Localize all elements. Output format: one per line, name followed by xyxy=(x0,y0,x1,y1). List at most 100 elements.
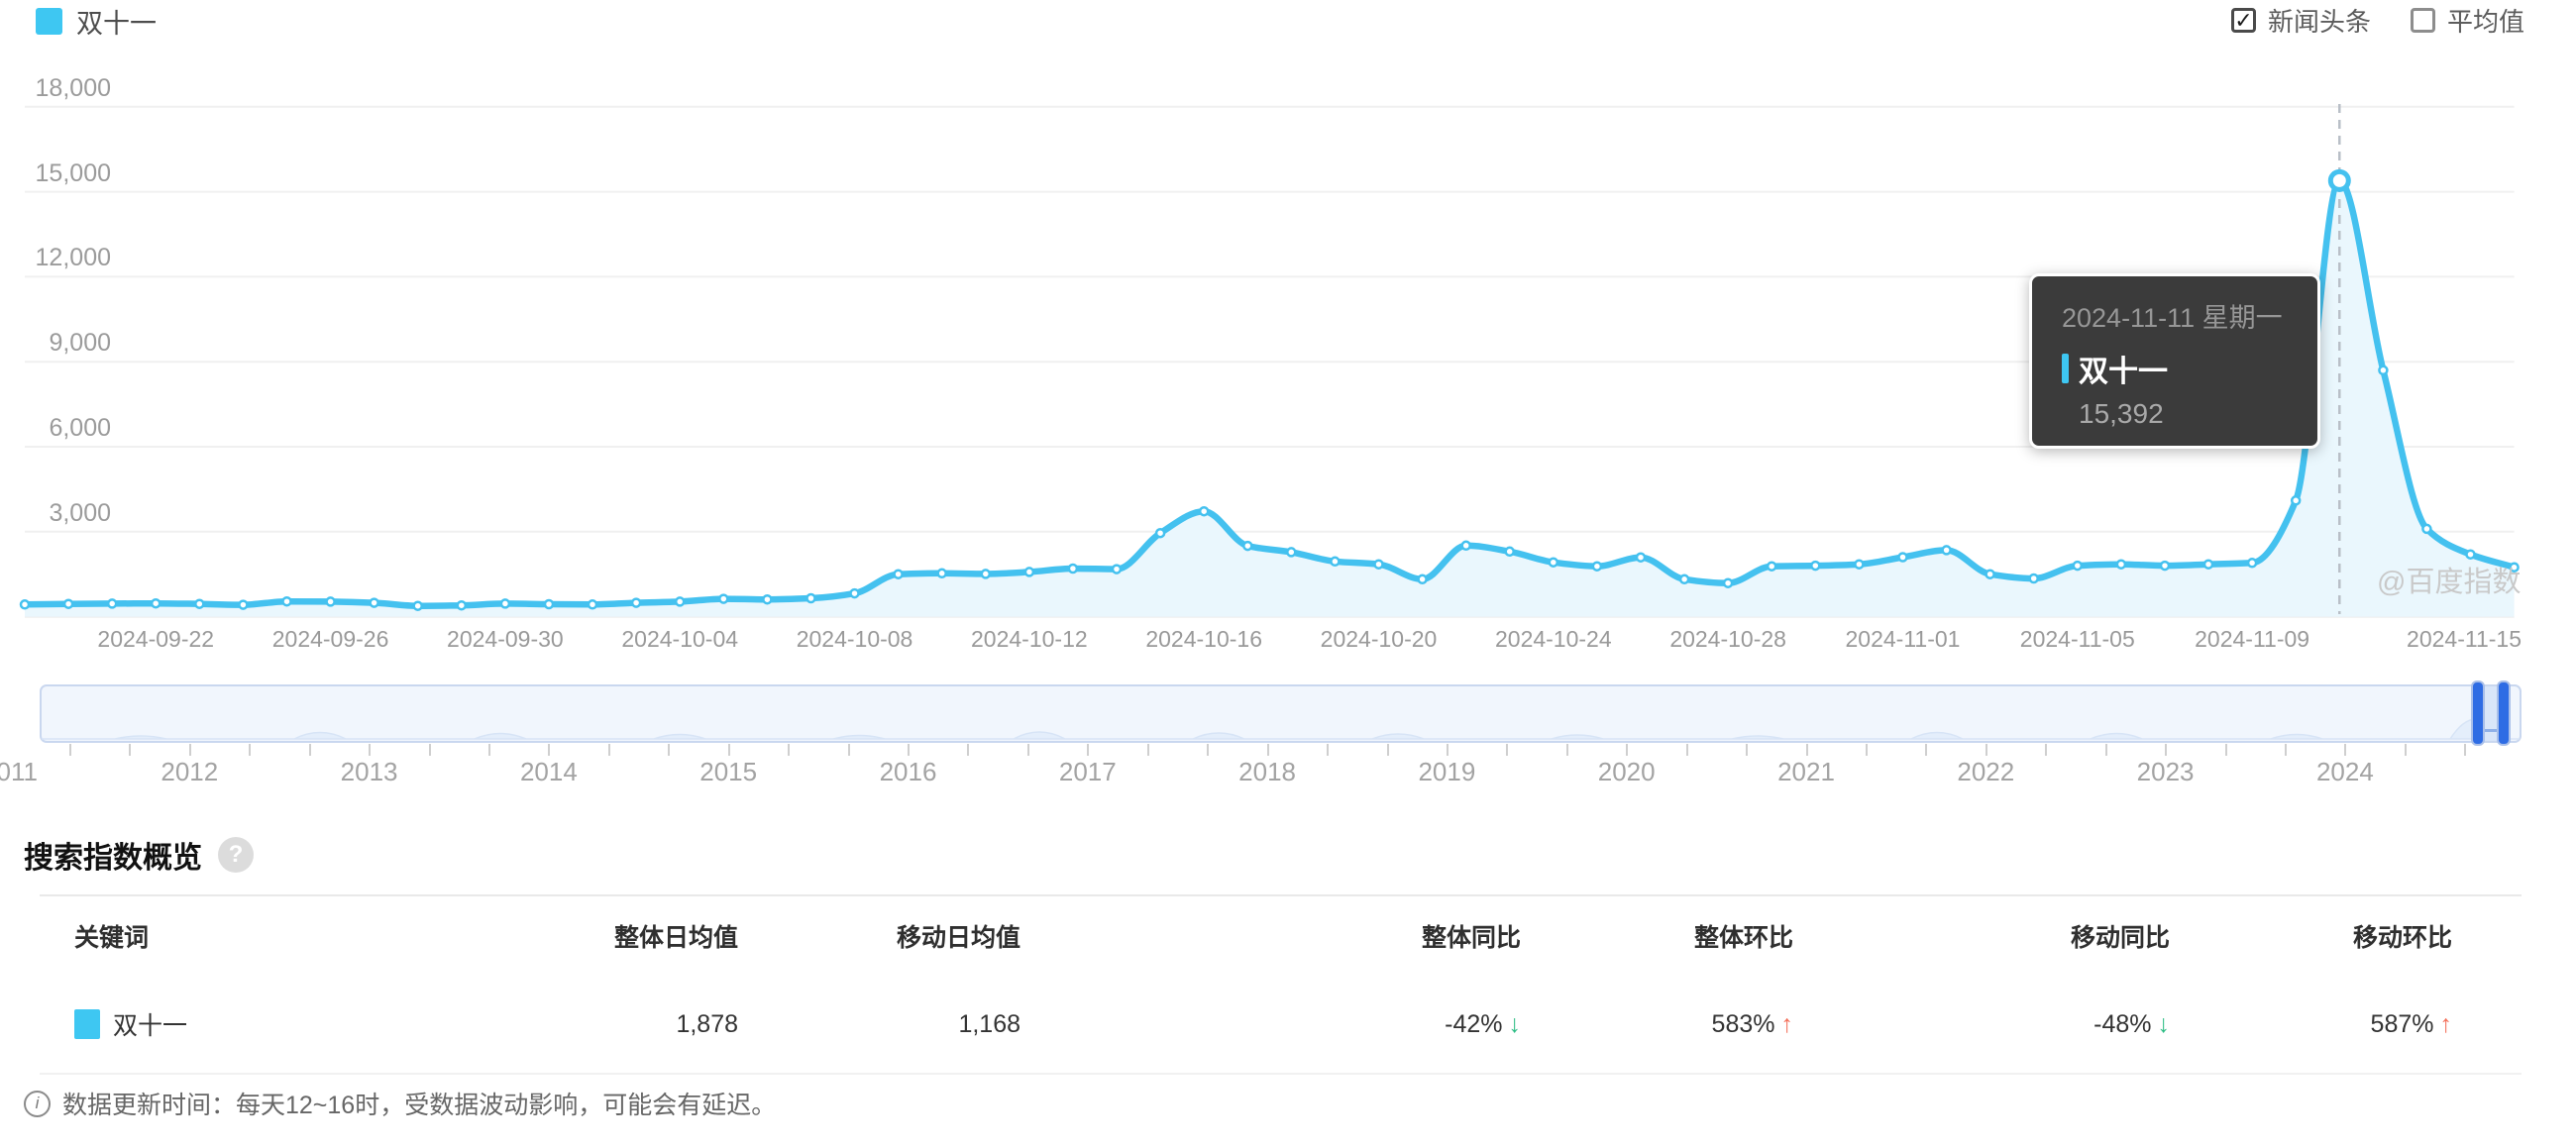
timeline-year-label: 2017 xyxy=(1058,757,1117,786)
x-axis-tick-label: 2024-11-05 xyxy=(2019,626,2135,652)
timeline-tick xyxy=(1506,744,1509,756)
y-axis-tick-label: 6,000 xyxy=(49,414,111,442)
tooltip-value: 15,392 xyxy=(2079,398,2164,429)
trend-value: -42% xyxy=(1445,1009,1503,1038)
timeline-tick xyxy=(2284,744,2287,756)
keyword-cell[interactable]: 双十一 xyxy=(74,1006,594,1042)
timeline-year-label: 2021 xyxy=(1777,757,1835,786)
tooltip-series-name: 双十一 xyxy=(2079,356,2168,388)
timeline-tick xyxy=(1626,744,1629,756)
info-icon: i xyxy=(24,1090,51,1117)
baidu-index-page: 双十一 ✓ 新闻头条 平均值 3,000 6,000 9,000 12,000 15,0… xyxy=(0,0,2576,1148)
trend-value: 587% xyxy=(2370,1009,2434,1038)
col-header-overall-yoy: 整体同比 xyxy=(1421,924,1521,952)
timeline-tick xyxy=(1026,744,1029,756)
timeline-tick xyxy=(129,744,132,756)
timeline-tick xyxy=(1087,744,1090,756)
cell-mobile-yoy: -48% ↓ xyxy=(1793,1010,2170,1039)
timeline-tick xyxy=(2165,744,2168,756)
timeline-year-label: 2016 xyxy=(879,757,937,786)
y-axis-tick-label: 9,000 xyxy=(49,329,111,358)
x-axis-tick-label: 2024-10-16 xyxy=(1145,626,1262,652)
timeline-year-label: 2020 xyxy=(1597,757,1656,786)
hover-tooltip: 2024-11-11 星期一 双十一 15,392 xyxy=(2029,273,2320,449)
timeline-year-label: 2019 xyxy=(1418,757,1476,786)
search-index-table: 关键词 整体日均值 移动日均值 整体同比 整体环比 移动同比 移动环比 双十一 … xyxy=(40,894,2522,1075)
timeline-year-label: 2015 xyxy=(699,757,758,786)
tooltip-date: 2024-11-11 星期一 xyxy=(2062,303,2283,333)
trend-down-icon: ↓ xyxy=(2157,1009,2171,1038)
col-header-overall-mom: 整体环比 xyxy=(1693,924,1793,952)
timeline-tick xyxy=(1327,744,1329,756)
col-header-mobile-avg: 移动日均值 xyxy=(896,924,1020,952)
timeline-tick xyxy=(788,744,791,756)
timeline-tick xyxy=(1266,744,1269,756)
timeline-tick xyxy=(1865,744,1868,756)
data-update-note: i 数据更新时间：每天12~16时，受数据波动影响，可能会有延迟。 xyxy=(24,1086,776,1121)
col-header-keyword: 关键词 xyxy=(74,924,150,952)
timeline-tick xyxy=(908,744,910,756)
trend-up-icon: ↑ xyxy=(1780,1009,1794,1038)
x-axis-tick-label: 2024-10-24 xyxy=(1494,626,1612,652)
x-axis-tick-label: 2024-11-09 xyxy=(2195,626,2310,652)
timeline-mini-chart xyxy=(42,718,2520,740)
timeline-tick xyxy=(2344,744,2347,756)
x-axis-tick-label: 2024-10-08 xyxy=(796,626,913,652)
help-icon[interactable]: ? xyxy=(218,837,254,873)
timeline-tick xyxy=(1685,744,1688,756)
timeline-tick xyxy=(967,744,970,756)
x-axis-tick-label: 2024-09-26 xyxy=(271,626,389,652)
cell-overall-mom: 583% ↑ xyxy=(1521,1010,1793,1039)
y-axis-tick-label: 12,000 xyxy=(35,244,111,272)
y-axis-tick-label: 15,000 xyxy=(35,158,111,187)
timeline-year-label: 2011 xyxy=(0,757,38,786)
col-header-mobile-yoy: 移动同比 xyxy=(2070,924,2170,952)
x-axis-tick-label: 2024-09-30 xyxy=(447,626,564,652)
col-header-overall-avg: 整体日均值 xyxy=(613,924,738,952)
timeline-tick xyxy=(1925,744,1928,756)
timeline-tick xyxy=(847,744,850,756)
timeline-year-label: 2024 xyxy=(2315,757,2374,786)
x-axis-tick-label: 2024-11-15 xyxy=(2407,626,2522,652)
timeline-year-label: 2013 xyxy=(340,757,398,786)
timeline-year-label: 2014 xyxy=(519,757,578,786)
timeline-tick xyxy=(369,744,372,756)
x-axis-tick-label: 2024-10-04 xyxy=(621,626,739,652)
timeline-tick xyxy=(1565,744,1568,756)
timeline-year-label: 2022 xyxy=(1957,757,2015,786)
timeline-tick xyxy=(1207,744,1210,756)
trend-value: -48% xyxy=(2093,1009,2152,1038)
keyword-label: 双十一 xyxy=(113,1012,188,1040)
timeline-tick xyxy=(2104,744,2107,756)
slider-left-handle[interactable] xyxy=(2471,680,2485,746)
trend-value: 583% xyxy=(1711,1009,1775,1038)
timeline-tick xyxy=(2404,744,2407,756)
timeline-tick xyxy=(1146,744,1149,756)
timeline-tick xyxy=(428,744,431,756)
overview-section-header: 搜索指数概览 ? xyxy=(24,833,254,877)
timeline-tick xyxy=(607,744,610,756)
trend-up-icon: ↑ xyxy=(2439,1009,2453,1038)
timeline-tick xyxy=(308,744,311,756)
note-text: 数据更新时间：每天12~16时，受数据波动影响，可能会有延迟。 xyxy=(62,1092,777,1119)
timeline-tick xyxy=(188,744,191,756)
timeline-tick xyxy=(1386,744,1389,756)
baidu-index-watermark: @百度指数 xyxy=(2377,567,2522,598)
cell-mobile-avg: 1,168 xyxy=(958,1009,1020,1038)
timeline-tick xyxy=(548,744,551,756)
tooltip-series-bar-icon xyxy=(2062,354,2069,383)
timeline-tick xyxy=(1446,744,1449,756)
table-row: 双十一 1,878 1,168 -42% ↓ 583% ↑ -48% ↓ 587% ↑ xyxy=(40,976,2522,1075)
slider-right-handle[interactable] xyxy=(2497,680,2511,746)
x-axis-tick-label: 2024-11-01 xyxy=(1845,626,1961,652)
timeline-tick xyxy=(2224,744,2227,756)
timeline-tick xyxy=(249,744,252,756)
date-range-slider-track[interactable] xyxy=(40,684,2522,743)
col-header-mobile-mom: 移动环比 xyxy=(2352,924,2452,952)
y-axis-tick-label: 18,000 xyxy=(35,73,111,102)
timeline-tick xyxy=(727,744,730,756)
y-axis-tick-label: 3,000 xyxy=(49,498,111,527)
timeline-tick xyxy=(668,744,671,756)
timeline-year-label: 2012 xyxy=(161,757,219,786)
x-axis-tick-label: 2024-10-20 xyxy=(1320,626,1438,652)
